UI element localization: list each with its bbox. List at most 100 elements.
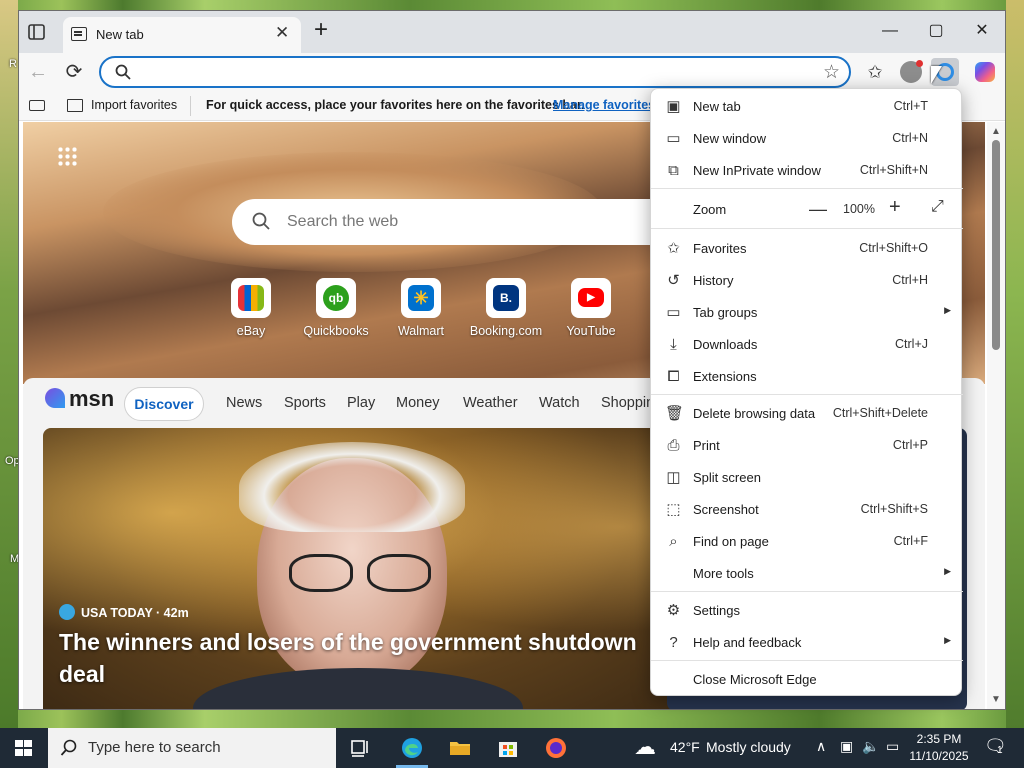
quick-link-label: Booking.com	[469, 324, 543, 338]
find-icon: ⌕	[669, 533, 678, 550]
fullscreen-icon[interactable]: ⤢	[931, 198, 944, 216]
taskbar-edge[interactable]	[388, 728, 436, 768]
weather-cloud-icon: ☁	[634, 734, 656, 759]
tab-actions-icon	[28, 24, 45, 40]
taskbar-file-explorer[interactable]	[436, 728, 484, 768]
back-button[interactable]: ←	[25, 59, 51, 85]
task-view-icon	[351, 740, 368, 757]
add-favorite-star-icon[interactable]: ☆	[823, 61, 840, 84]
maximize-button[interactable]: ▢	[921, 19, 951, 43]
quick-link-youtube[interactable]: ▶ YouTube	[551, 278, 631, 338]
menu-item-new-tab[interactable]: ▣ New tab Ctrl+T	[651, 90, 963, 122]
menu-item-downloads[interactable]: ⤓ Downloads Ctrl+J	[651, 328, 963, 360]
top-story-card[interactable]: USA TODAY · 42m The winners and losers o…	[43, 428, 683, 709]
quick-link-walmart[interactable]: ✳ Walmart	[381, 278, 461, 338]
new-window-icon: ▭	[666, 130, 681, 147]
refresh-button[interactable]: ⟳	[61, 59, 87, 85]
page-scrollbar[interactable]: ▲ ▼	[987, 122, 1005, 709]
meet-now-icon[interactable]: ▣	[840, 738, 853, 755]
tab-watch[interactable]: Watch	[539, 395, 580, 411]
walmart-icon: ✳	[408, 285, 434, 311]
task-view-button[interactable]	[336, 728, 384, 768]
quick-link-ebay[interactable]: eBay	[211, 278, 291, 338]
favorites-icon[interactable]: ✩	[861, 58, 889, 86]
quick-link-label: YouTube	[566, 324, 616, 338]
tab-new-tab[interactable]: New tab ✕	[63, 17, 301, 53]
tab-discover[interactable]: Discover	[124, 387, 204, 421]
quick-link-booking[interactable]: B. Booking.com	[466, 278, 546, 338]
scroll-thumb[interactable]	[992, 140, 1000, 350]
msn-logo[interactable]: msn	[45, 386, 114, 412]
menu-item-new-inprivate-window[interactable]: ⧉ New InPrivate window Ctrl+Shift+N	[651, 154, 963, 186]
tab-sports[interactable]: Sports	[284, 395, 326, 411]
menu-divider	[651, 660, 963, 661]
quick-link-label: eBay	[236, 324, 266, 338]
close-window-button[interactable]: ✕	[967, 19, 997, 43]
web-search-box[interactable]: Search the web	[232, 199, 672, 245]
menu-item-print[interactable]: ⎙ Print Ctrl+P	[651, 429, 963, 461]
menu-item-history[interactable]: ↺ History Ctrl+H	[651, 264, 963, 296]
profile-button[interactable]	[897, 58, 925, 86]
address-bar[interactable]: ☆	[99, 56, 851, 88]
tab-weather[interactable]: Weather	[463, 395, 518, 411]
new-tab-button[interactable]: +	[309, 18, 333, 43]
notification-icon[interactable]: 🗨	[984, 736, 1007, 757]
tab-play[interactable]: Play	[347, 395, 375, 411]
store-icon	[499, 742, 517, 757]
menu-item-screenshot[interactable]: ⬚ Screenshot Ctrl+Shift+S	[651, 493, 963, 525]
clock-date: 11/10/2025	[909, 749, 969, 763]
menu-item-tab-groups[interactable]: ▭ Tab groups ▶	[651, 296, 963, 328]
menu-item-extensions[interactable]: ⧠ Extensions	[651, 360, 963, 392]
quick-link-quickbooks[interactable]: qb Quickbooks	[296, 278, 376, 338]
start-button[interactable]	[0, 728, 48, 768]
close-tab-icon[interactable]: ✕	[275, 24, 289, 42]
firefox-icon	[546, 738, 566, 758]
tab-shopping[interactable]: Shoppin	[601, 395, 654, 411]
address-input[interactable]	[143, 62, 783, 82]
apps-launcher-icon[interactable]	[57, 146, 77, 166]
history-icon: ↺	[667, 272, 680, 289]
network-icon[interactable]: ▭	[886, 738, 899, 755]
menu-item-favorites[interactable]: ✩ Favorites Ctrl+Shift+O	[651, 232, 963, 264]
menu-divider	[651, 228, 963, 229]
taskbar-search-box[interactable]: Type here to search	[48, 728, 336, 768]
download-icon: ⤓	[670, 336, 677, 353]
story-headline[interactable]: The winners and losers of the government…	[59, 626, 659, 690]
tab-money[interactable]: Money	[396, 395, 440, 411]
taskbar-store[interactable]	[484, 728, 532, 768]
taskbar-firefox[interactable]	[532, 728, 580, 768]
settings-icon: ⚙	[666, 602, 681, 619]
weather-description[interactable]: Mostly cloudy	[706, 739, 791, 755]
manage-favorites-link[interactable]: Manage favorites	[553, 98, 655, 112]
chevron-right-icon: ▶	[944, 635, 951, 645]
copilot-button[interactable]	[971, 58, 999, 86]
search-icon	[252, 212, 270, 230]
settings-and-more-menu: ▣ New tab Ctrl+T ▭ New window Ctrl+N ⧉ N…	[650, 88, 963, 696]
collections-icon[interactable]	[29, 100, 45, 111]
tab-groups-icon: ▭	[666, 304, 681, 321]
menu-item-help-and-feedback[interactable]: ? Help and feedback ▶	[651, 626, 963, 658]
menu-item-split-screen[interactable]: ◫ Split screen	[651, 461, 963, 493]
menu-divider	[651, 188, 963, 189]
menu-item-find-on-page[interactable]: ⌕ Find on page Ctrl+F	[651, 525, 963, 557]
clock[interactable]: 2:35 PM 11/10/2025	[906, 731, 972, 765]
zoom-in-button[interactable]: +	[889, 196, 901, 219]
scroll-up-icon[interactable]: ▲	[991, 126, 1001, 137]
notification-count: 1	[997, 745, 1003, 756]
mouse-cursor	[931, 66, 942, 84]
quick-link-label: Walmart	[397, 324, 445, 338]
scroll-down-icon[interactable]: ▼	[991, 694, 1001, 705]
tab-news[interactable]: News	[226, 395, 262, 411]
menu-item-close-edge[interactable]: Close Microsoft Edge	[651, 663, 963, 695]
chevron-up-icon[interactable]: ∧	[816, 738, 826, 755]
quick-link-label: Quickbooks	[303, 324, 369, 338]
menu-item-settings[interactable]: ⚙ Settings	[651, 594, 963, 626]
minimize-button[interactable]: —	[875, 19, 905, 43]
weather-temperature[interactable]: 42°F	[670, 739, 700, 755]
tab-actions-button[interactable]	[27, 23, 49, 43]
menu-item-new-window[interactable]: ▭ New window Ctrl+N	[651, 122, 963, 154]
menu-item-delete-browsing-data[interactable]: 🗑 Delete browsing data Ctrl+Shift+Delete	[651, 397, 963, 429]
speaker-muted-icon[interactable]: 🔈	[862, 738, 879, 755]
zoom-out-button[interactable]: —	[809, 199, 827, 220]
menu-item-more-tools[interactable]: More tools ▶	[651, 557, 963, 589]
